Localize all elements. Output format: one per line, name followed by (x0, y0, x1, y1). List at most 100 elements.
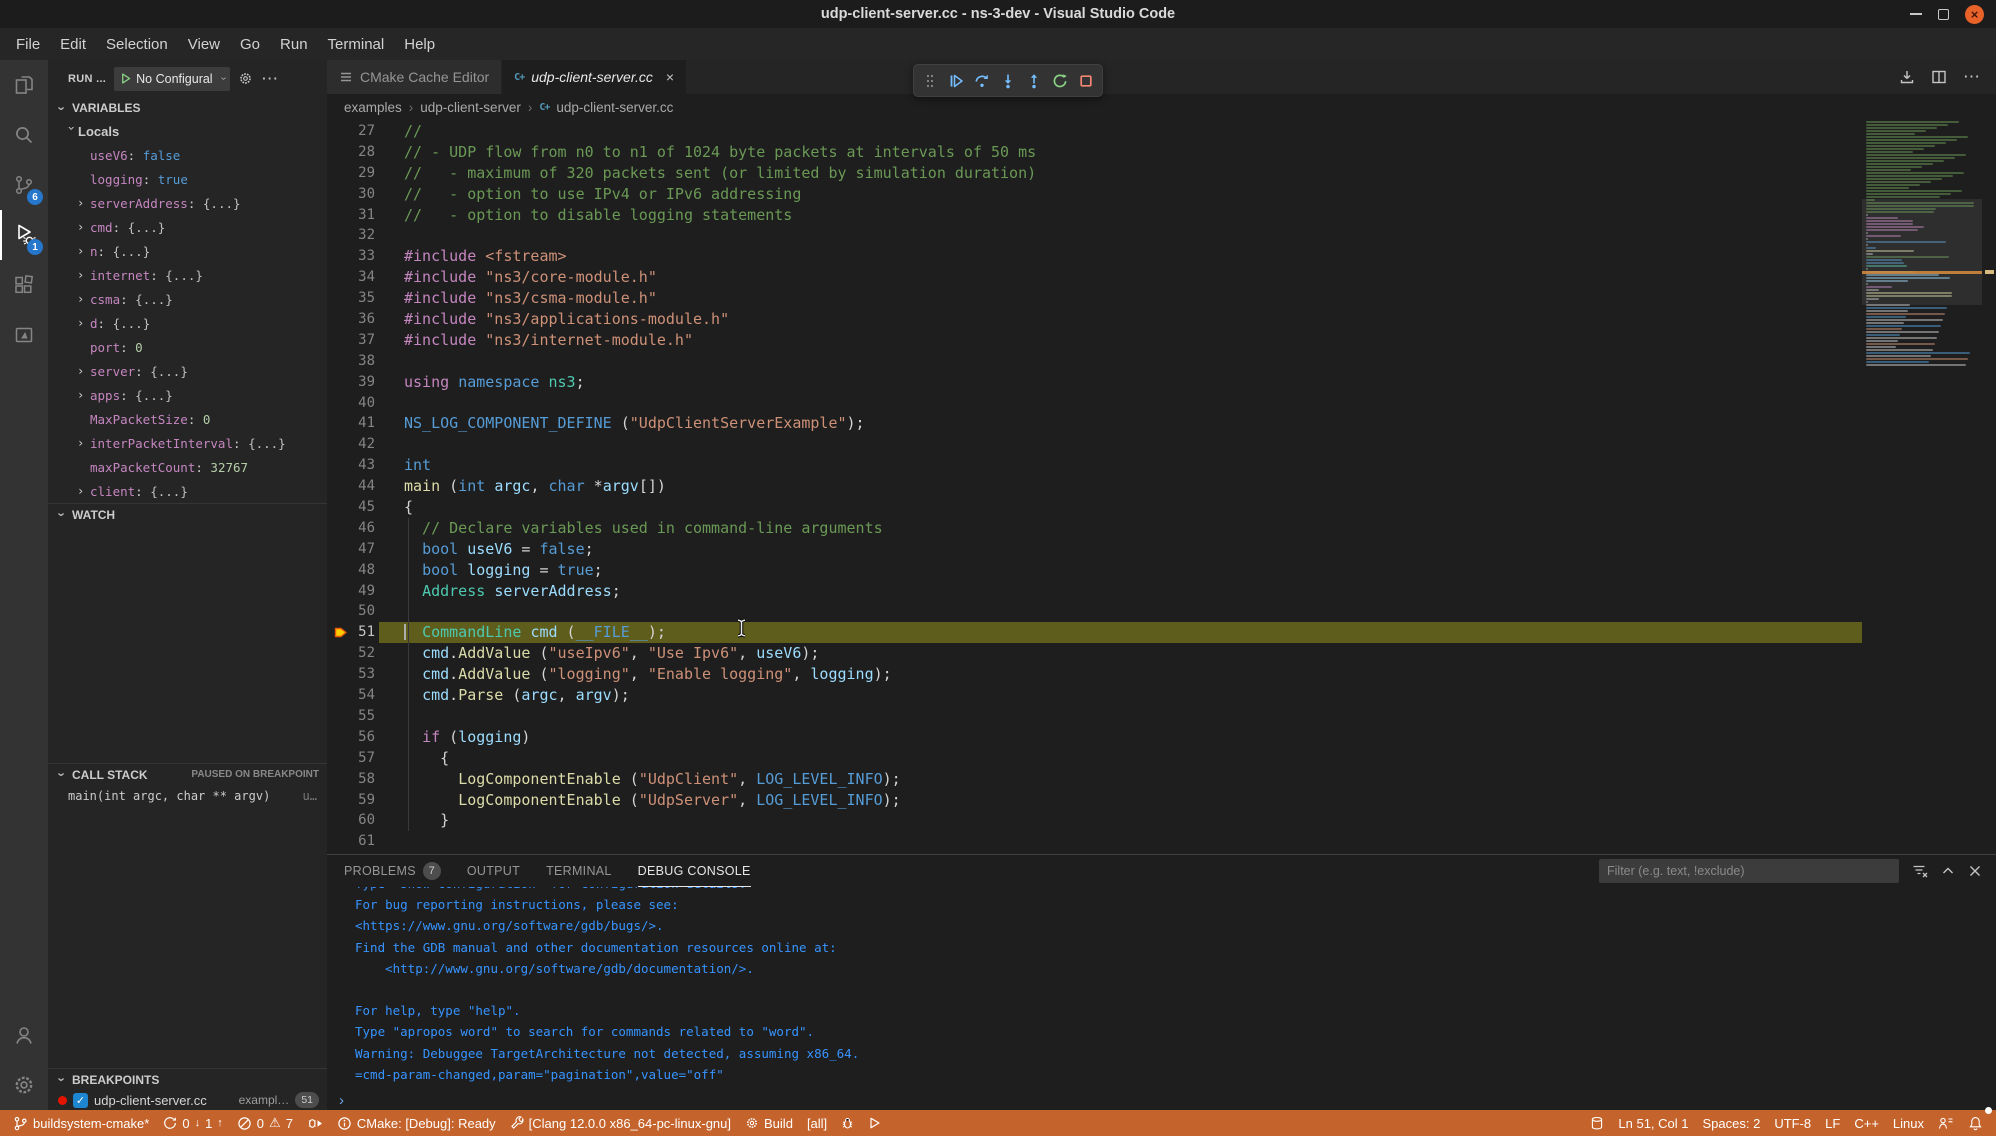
line-number[interactable]: 50 (327, 601, 375, 622)
line-number[interactable]: 29 (327, 163, 375, 184)
variable-row[interactable]: logging: true (48, 167, 327, 191)
line-number[interactable]: 60 (327, 810, 375, 831)
variable-row[interactable]: ›interPacketInterval: {...} (48, 431, 327, 455)
variable-row[interactable]: ›internet: {...} (48, 263, 327, 287)
debug-session-indicator[interactable] (300, 1110, 330, 1136)
line-number[interactable]: 55 (327, 706, 375, 727)
code-line-35[interactable]: 35#include "ns3/csma-module.h" (327, 288, 1862, 309)
line-number[interactable]: 59 (327, 790, 375, 811)
indentation-setting[interactable]: Spaces: 2 (1696, 1110, 1768, 1136)
variable-row[interactable]: ›serverAddress: {...} (48, 191, 327, 215)
line-number[interactable]: 45 (327, 497, 375, 518)
code-line-29[interactable]: 29// - maximum of 320 packets sent (or l… (327, 163, 1862, 184)
menu-selection[interactable]: Selection (96, 36, 178, 53)
code-line-40[interactable]: 40 (327, 393, 1862, 414)
breadcrumb-folder[interactable]: examples (344, 100, 402, 115)
line-number[interactable]: 61 (327, 831, 375, 852)
step-out-button[interactable] (1021, 68, 1047, 94)
tab-cmake-cache-editor[interactable]: CMake Cache Editor (327, 60, 502, 94)
variable-row[interactable]: maxPacketCount: 32767 (48, 455, 327, 479)
code-line-30[interactable]: 30// - option to use IPv4 or IPv6 addres… (327, 184, 1862, 205)
code-editor[interactable]: 27//28// - UDP flow from n0 to n1 of 102… (327, 121, 1996, 854)
menu-go[interactable]: Go (230, 36, 270, 53)
language-mode[interactable]: C++ (1847, 1110, 1886, 1136)
code-line-58[interactable]: 58 LogComponentEnable ("UdpClient", LOG_… (327, 769, 1862, 790)
chevron-right-icon[interactable]: › (77, 196, 90, 210)
cursor-position[interactable]: Ln 51, Col 1 (1611, 1110, 1695, 1136)
step-into-button[interactable] (995, 68, 1021, 94)
close-icon[interactable]: × (1965, 5, 1984, 24)
variables-section-header[interactable]: › VARIABLES (48, 97, 327, 119)
tab-udp-client-server[interactable]: C+ udp-client-server.cc × (502, 60, 687, 94)
breakpoints-section-header[interactable]: › BREAKPOINTS (48, 1068, 327, 1090)
line-number[interactable]: 42 (327, 434, 375, 455)
chevron-right-icon[interactable]: › (77, 388, 90, 402)
encoding-setting[interactable]: UTF-8 (1767, 1110, 1818, 1136)
chevron-right-icon[interactable]: › (77, 220, 90, 234)
debug-console-input[interactable]: › (327, 1090, 1996, 1110)
collapse-panel-icon[interactable] (1941, 864, 1955, 878)
line-number[interactable]: 34 (327, 267, 375, 288)
code-line-52[interactable]: 52 cmd.AddValue ("useIpv6", "Use Ipv6", … (327, 643, 1862, 664)
chevron-right-icon[interactable]: › (77, 268, 90, 282)
breakpoint-row[interactable]: ✓ udp-client-server.cc exampl… 51 (48, 1090, 327, 1110)
account-icon[interactable] (0, 1010, 48, 1060)
chevron-down-icon[interactable]: › (65, 125, 79, 138)
line-number[interactable]: 38 (327, 351, 375, 372)
stack-frame-row[interactable]: main(int argc, char ** argv) u… (48, 785, 327, 807)
source-control-icon[interactable]: 6 (0, 160, 48, 210)
code-line-59[interactable]: 59 LogComponentEnable ("UdpServer", LOG_… (327, 790, 1862, 811)
line-number[interactable]: 57 (327, 748, 375, 769)
line-number[interactable]: 37 (327, 330, 375, 351)
settings-gear-icon[interactable] (0, 1060, 48, 1110)
explorer-icon[interactable] (0, 60, 48, 110)
breadcrumb-file[interactable]: udp-client-server.cc (556, 100, 673, 115)
code-line-53[interactable]: 53 cmd.AddValue ("logging", "Enable logg… (327, 664, 1862, 685)
code-line-43[interactable]: 43int (327, 455, 1862, 476)
code-line-50[interactable]: 50 (327, 601, 1862, 622)
cmake-launch-button[interactable] (861, 1110, 888, 1136)
feedback-button[interactable] (1931, 1110, 1961, 1136)
split-editor-icon[interactable] (1931, 69, 1947, 85)
cmake-status[interactable]: CMake: [Debug]: Ready (330, 1110, 503, 1136)
panel-tab-debug-console[interactable]: DEBUG CONSOLE (638, 855, 751, 887)
chevron-right-icon[interactable]: › (77, 292, 90, 306)
minimize-icon[interactable] (1910, 13, 1922, 15)
code-line-32[interactable]: 32 (327, 225, 1862, 246)
code-line-56[interactable]: 56 if (logging) (327, 727, 1862, 748)
variable-row[interactable]: ›apps: {...} (48, 383, 327, 407)
database-indicator[interactable] (1583, 1110, 1611, 1136)
line-number[interactable]: 39 (327, 372, 375, 393)
clear-filter-icon[interactable] (1912, 864, 1928, 878)
overview-ruler[interactable] (1982, 121, 1996, 854)
code-line-55[interactable]: 55 (327, 706, 1862, 727)
code-line-27[interactable]: 27// (327, 121, 1862, 142)
problems-indicator[interactable]: 0 ⚠ 7 (230, 1110, 300, 1136)
line-number[interactable]: 58 (327, 769, 375, 790)
line-number[interactable]: 46 (327, 518, 375, 539)
minimap[interactable] (1862, 121, 1982, 854)
variable-row[interactable]: ›n: {...} (48, 239, 327, 263)
code-line-60[interactable]: 60 } (327, 810, 1862, 831)
menu-help[interactable]: Help (394, 36, 445, 53)
search-icon[interactable] (0, 110, 48, 160)
code-line-42[interactable]: 42 (327, 434, 1862, 455)
variable-row[interactable]: ›csma: {...} (48, 287, 327, 311)
cmake-build-button[interactable]: Build (738, 1110, 800, 1136)
sync-indicator[interactable]: 0↓ 1↑ (156, 1110, 229, 1136)
views-more-actions-icon[interactable]: ⋯ (261, 74, 278, 84)
variable-row[interactable]: MaxPacketSize: 0 (48, 407, 327, 431)
variable-row[interactable]: ›Locals (48, 119, 327, 143)
line-number[interactable]: 30 (327, 184, 375, 205)
cmake-debug-button[interactable] (834, 1110, 861, 1136)
line-number[interactable]: 48 (327, 560, 375, 581)
code-line-45[interactable]: 45{ (327, 497, 1862, 518)
line-number[interactable]: 28 (327, 142, 375, 163)
line-number[interactable]: 56 (327, 727, 375, 748)
code-line-51[interactable]: 51 CommandLine cmd (__FILE__); (327, 622, 1862, 643)
line-number[interactable]: 44 (327, 476, 375, 497)
menu-run[interactable]: Run (270, 36, 318, 53)
branch-indicator[interactable]: buildsystem-cmake* (6, 1110, 156, 1136)
menu-view[interactable]: View (178, 36, 230, 53)
line-number[interactable]: 40 (327, 393, 375, 414)
